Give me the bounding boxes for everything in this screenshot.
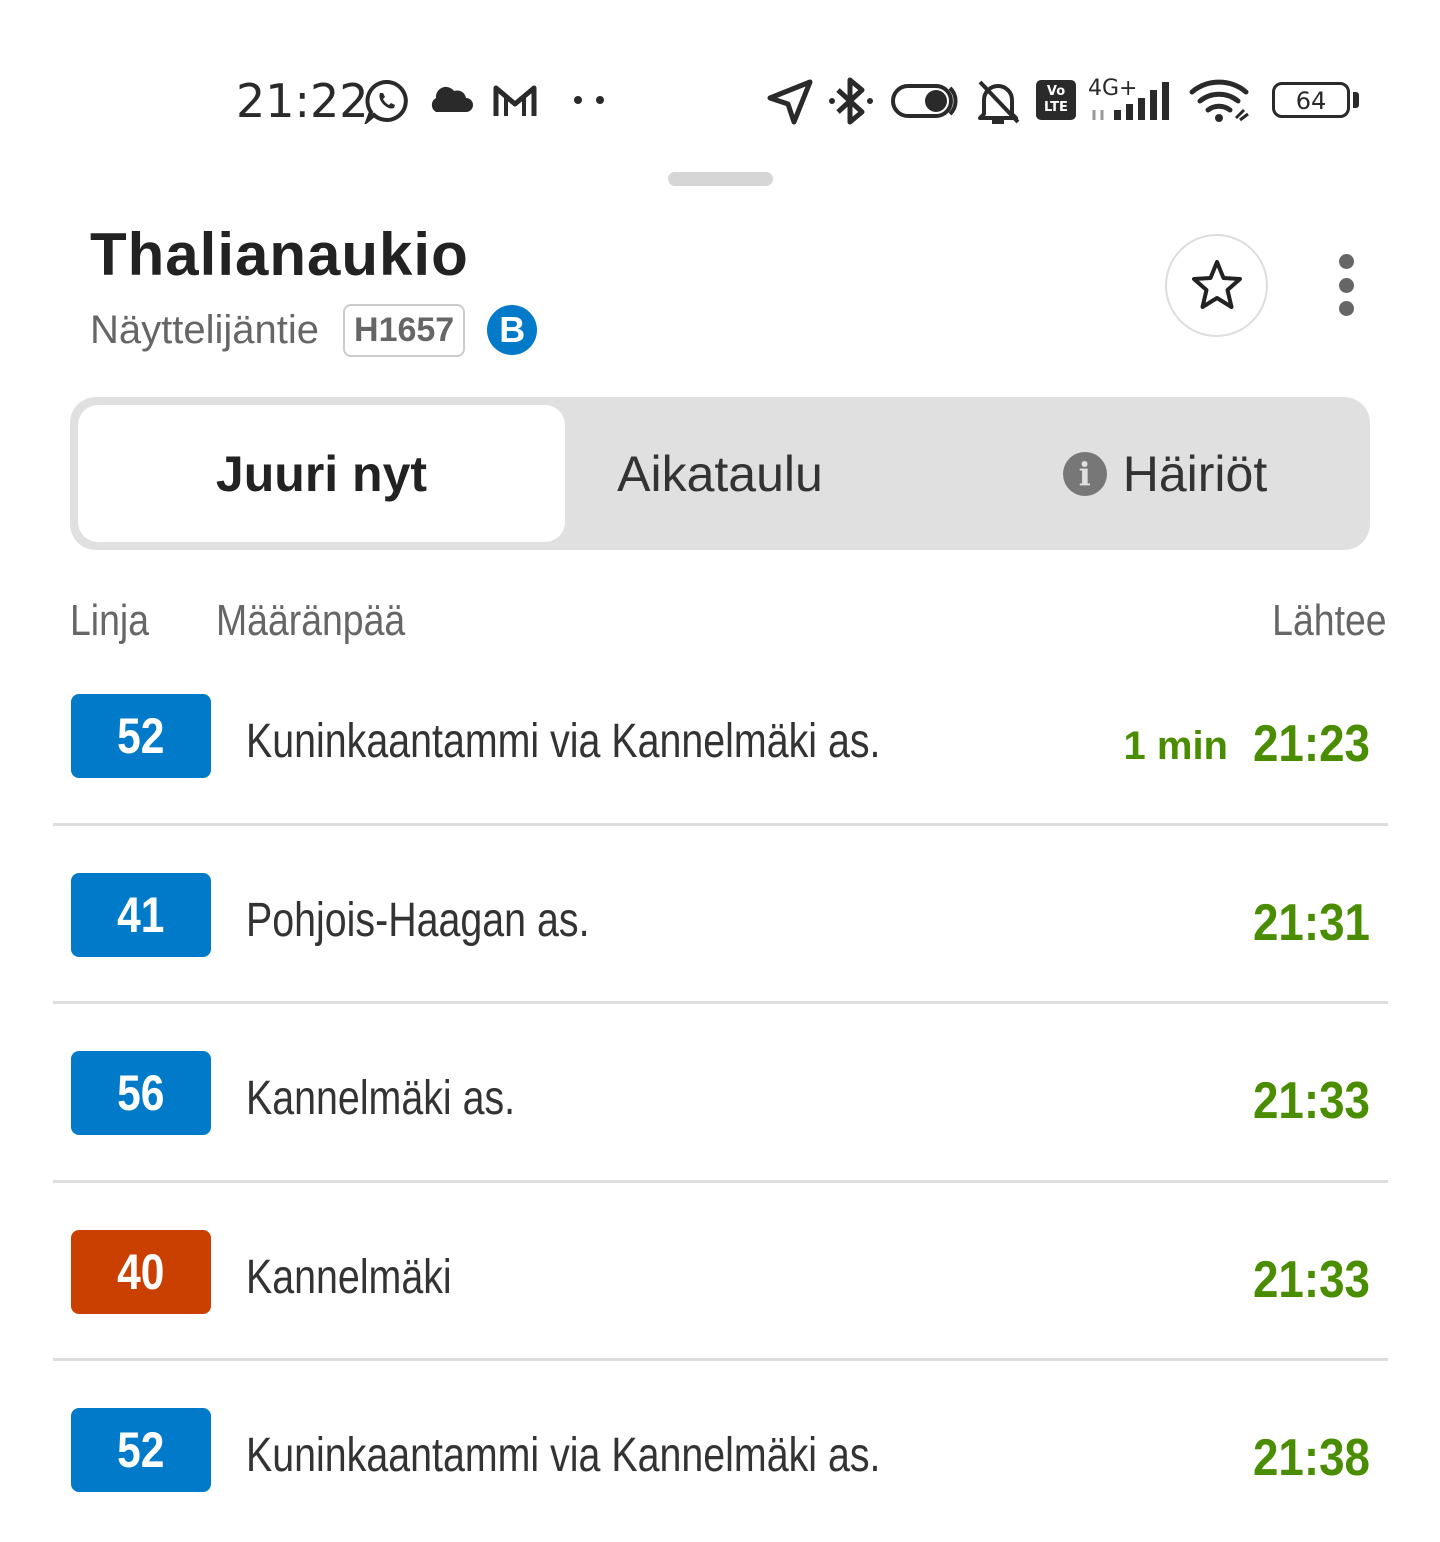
- location-icon: [767, 79, 813, 125]
- departure-row[interactable]: 52 Kuninkaantammi via Kannelmäki as. 1 m…: [0, 650, 1440, 828]
- destination-label: Kannelmäki: [246, 1251, 452, 1304]
- route-badge: 56: [71, 1051, 211, 1135]
- departure-row[interactable]: 52 Kuninkaantammi via Kannelmäki as. 21:…: [0, 1364, 1440, 1542]
- battery-level: 64: [1295, 87, 1327, 115]
- departure-time: 21:33: [1252, 1072, 1370, 1130]
- stop-street: Näyttelijäntie: [90, 307, 320, 352]
- column-header-departs: Lähtee: [1272, 596, 1387, 645]
- departure-row[interactable]: 40 Kannelmäki 21:33: [0, 1186, 1440, 1364]
- battery-tip: [1353, 92, 1359, 108]
- sheet-drag-handle[interactable]: [668, 172, 773, 186]
- departure-row[interactable]: 56 Kannelmäki as. 21:33: [0, 1007, 1440, 1185]
- row-divider: [53, 823, 1388, 826]
- tab-aikataulu[interactable]: Aikataulu: [500, 397, 940, 550]
- wifi-icon: [1189, 79, 1249, 122]
- route-badge: 52: [71, 1408, 211, 1492]
- dot-icon: [1338, 277, 1354, 293]
- route-badge: 41: [71, 873, 211, 957]
- tab-label: Aikataulu: [617, 445, 823, 502]
- column-header-destination: Määränpää: [216, 596, 406, 645]
- stop-name: Thalianaukio: [90, 221, 469, 288]
- view-tabs: Juuri nyt Aikataulu i Häiriöt: [70, 397, 1370, 550]
- route-badge: 40: [71, 1230, 211, 1314]
- destination-label: Kannelmäki as.: [246, 1072, 516, 1125]
- row-divider: [53, 1180, 1388, 1183]
- status-time: 21:22: [236, 74, 369, 128]
- tab-juuri-nyt[interactable]: Juuri nyt: [78, 405, 565, 542]
- row-divider: [53, 1001, 1388, 1004]
- destination-label: Pohjois-Haagan as.: [246, 894, 590, 947]
- bell-off-icon: [978, 80, 1020, 124]
- tab-hairiot[interactable]: i Häiriöt: [960, 397, 1370, 550]
- route-badge: 52: [71, 694, 211, 778]
- volte-icon: Vo LTE: [1036, 80, 1076, 120]
- toggle-icon: [891, 84, 958, 118]
- row-divider: [53, 1358, 1388, 1361]
- departure-time: 21:38: [1252, 1429, 1370, 1487]
- signal-icon: [1092, 82, 1169, 120]
- info-icon: i: [1062, 451, 1107, 496]
- minutes-until-departure: 1 min: [1123, 724, 1228, 768]
- status-bar: 21:22 Vo LTE 4G+ 64: [0, 0, 1440, 200]
- destination-label: Kuninkaantammi via Kannelmäki as.: [246, 715, 881, 768]
- column-header-line: Linja: [70, 596, 150, 645]
- cloud-icon: [431, 86, 473, 112]
- tab-label: Häiriöt: [1122, 445, 1268, 502]
- favorite-button[interactable]: [1165, 234, 1268, 337]
- battery-icon: 64: [1272, 82, 1350, 118]
- departure-time: 21:23: [1252, 715, 1370, 773]
- tab-label: Juuri nyt: [215, 445, 428, 502]
- gmail-icon: [493, 85, 537, 116]
- more-options-button[interactable]: [1322, 250, 1370, 320]
- bus-mode-icon: B: [487, 305, 538, 355]
- stop-details: Näyttelijäntie H1657 B: [90, 300, 538, 360]
- departure-time: 21:33: [1252, 1251, 1370, 1309]
- more-notifications-icon: [574, 96, 604, 104]
- dot-icon: [1338, 254, 1354, 269]
- destination-label: Kuninkaantammi via Kannelmäki as.: [246, 1429, 881, 1482]
- whatsapp-icon: [364, 79, 408, 124]
- bluetooth-icon: [829, 77, 873, 125]
- stop-code-badge: H1657: [343, 303, 466, 357]
- star-icon: [1191, 259, 1242, 309]
- dot-icon: [1338, 301, 1354, 316]
- departure-time: 21:31: [1252, 894, 1370, 952]
- departure-row[interactable]: 41 Pohjois-Haagan as. 21:31: [0, 829, 1440, 1007]
